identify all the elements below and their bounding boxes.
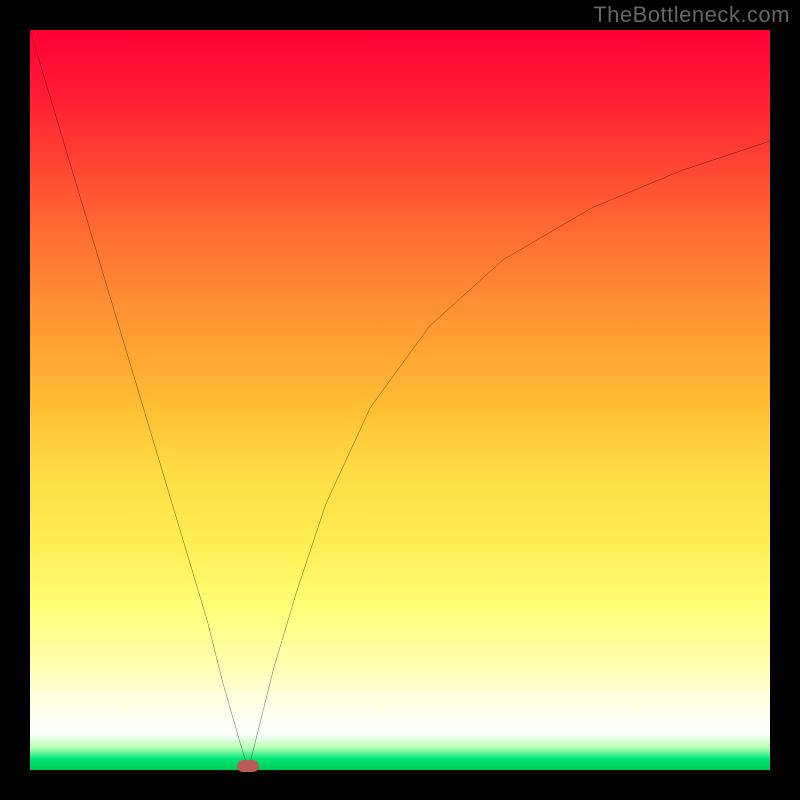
curve-left-branch <box>30 30 248 770</box>
optimum-marker <box>237 760 259 772</box>
curve-right-branch <box>248 141 770 770</box>
chart-frame: TheBottleneck.com <box>0 0 800 800</box>
watermark-text: TheBottleneck.com <box>593 2 790 28</box>
curve-layer <box>30 30 770 770</box>
